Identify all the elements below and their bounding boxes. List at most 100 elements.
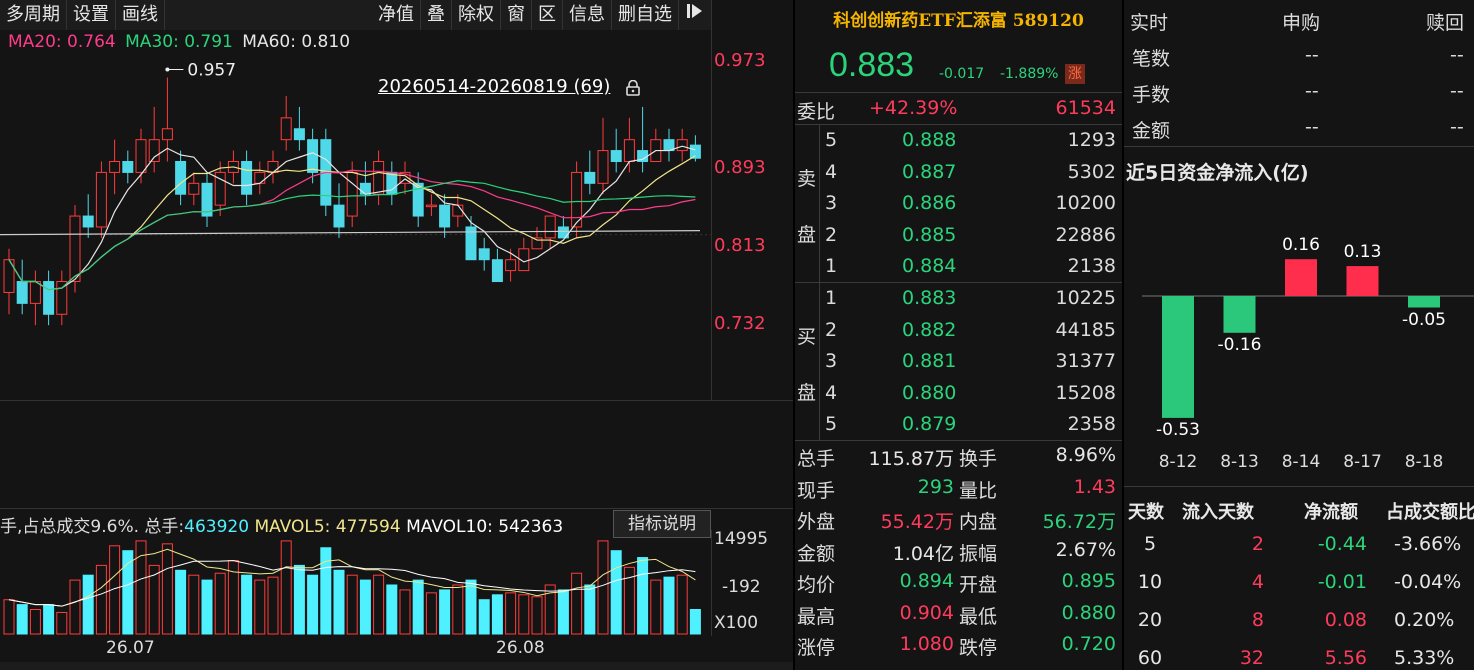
volume-bar[interactable]	[241, 574, 253, 635]
candle[interactable]	[3, 248, 15, 315]
bottom-tab-strip[interactable]	[0, 662, 793, 670]
candle[interactable]	[175, 150, 187, 206]
candle[interactable]	[373, 150, 385, 206]
volume-bar[interactable]	[333, 569, 345, 635]
volume-bar[interactable]	[214, 572, 226, 635]
overlay-button[interactable]: 叠	[421, 0, 452, 30]
volume-bar[interactable]	[637, 557, 649, 635]
volume-bar[interactable]	[386, 584, 398, 635]
candle[interactable]	[16, 259, 28, 315]
candle[interactable]	[254, 161, 266, 195]
candle[interactable]	[425, 194, 437, 217]
table-net-flow: -0.44	[1317, 533, 1367, 555]
volume-bar[interactable]	[465, 579, 477, 635]
volume-bar[interactable]	[373, 574, 385, 635]
volume-bar[interactable]	[293, 564, 305, 635]
candle[interactable]	[623, 117, 635, 173]
volume-bar[interactable]	[280, 540, 292, 635]
candle[interactable]	[333, 183, 345, 238]
volume-bar[interactable]	[439, 589, 451, 635]
volume-bar[interactable]	[571, 572, 583, 635]
volume-bar[interactable]	[56, 611, 68, 635]
candle[interactable]	[439, 194, 451, 238]
candle[interactable]	[280, 96, 292, 151]
candle[interactable]	[267, 150, 279, 184]
multi-period-button[interactable]: 多周期	[0, 0, 67, 30]
volume-bar[interactable]	[412, 579, 424, 635]
indicator-help-button[interactable]: 指标说明	[613, 510, 711, 538]
candle[interactable]	[663, 128, 675, 162]
volume-bar[interactable]	[69, 579, 81, 635]
candle[interactable]	[676, 128, 688, 162]
candle[interactable]	[386, 161, 398, 206]
volume-bar[interactable]	[161, 543, 173, 635]
nav-button[interactable]: 净值	[372, 0, 421, 30]
volume-bar[interactable]	[254, 579, 266, 635]
candle[interactable]	[637, 106, 649, 173]
limit-tag[interactable]: 涨	[1065, 64, 1085, 84]
volume-bar[interactable]	[597, 540, 609, 635]
date-range-label[interactable]: 20260514-20260819 (69)	[378, 76, 610, 97]
candle[interactable]	[82, 194, 94, 238]
volume-bar[interactable]	[307, 574, 319, 635]
lock-icon[interactable]	[626, 80, 640, 96]
volume-bar[interactable]	[346, 574, 358, 635]
volume-bar[interactable]	[650, 579, 662, 635]
candle[interactable]	[478, 237, 490, 271]
range-button[interactable]: 区	[532, 0, 563, 30]
candle[interactable]	[293, 106, 305, 151]
volume-bar[interactable]	[676, 574, 688, 635]
candle[interactable]	[650, 128, 662, 162]
volume-bar[interactable]	[689, 609, 701, 635]
candle[interactable]	[29, 270, 41, 326]
volume-bar[interactable]	[663, 576, 675, 635]
volume-bar[interactable]	[175, 569, 187, 635]
volume-bar[interactable]	[610, 550, 622, 635]
volume-bar[interactable]	[188, 574, 200, 635]
kline-chart-panel[interactable]: 多周期 设置 画线 净值 叠 除权 窗 区 信息 删自选 MA20: 0.764…	[0, 0, 793, 670]
volume-bar[interactable]	[201, 579, 213, 635]
window-button[interactable]: 窗	[501, 0, 532, 30]
candle[interactable]	[95, 161, 107, 238]
volume-bar[interactable]	[43, 604, 55, 635]
ex-rights-button[interactable]: 除权	[452, 0, 501, 30]
settings-button[interactable]: 设置	[67, 0, 116, 30]
candle[interactable]	[610, 128, 622, 173]
info-button[interactable]: 信息	[563, 0, 612, 30]
volume-bar[interactable]	[95, 564, 107, 635]
candle[interactable]	[491, 248, 503, 283]
volume-bar[interactable]	[557, 589, 569, 635]
volume-bar[interactable]	[425, 592, 437, 635]
candle[interactable]	[412, 172, 424, 227]
candle[interactable]	[188, 172, 200, 206]
volume-bar[interactable]	[531, 596, 543, 635]
volume-bar[interactable]	[82, 574, 94, 635]
volume-bar[interactable]	[399, 589, 411, 635]
remove-watchlist-button[interactable]: 删自选	[612, 0, 679, 30]
draw-line-button[interactable]: 画线	[116, 0, 165, 30]
candle[interactable]	[359, 161, 371, 206]
volume-bar[interactable]	[359, 579, 371, 635]
volume-bar[interactable]	[491, 594, 503, 635]
volume-bar[interactable]	[518, 594, 530, 635]
volume-bar[interactable]	[584, 584, 596, 635]
volume-bar[interactable]	[29, 609, 41, 635]
volume-bar[interactable]	[478, 599, 490, 635]
candle[interactable]	[122, 150, 134, 184]
volume-bar[interactable]	[505, 592, 517, 635]
volume-plot[interactable]	[0, 536, 712, 636]
candle[interactable]	[584, 150, 596, 195]
volume-bar[interactable]	[452, 584, 464, 635]
candle[interactable]	[597, 117, 609, 195]
volume-bar[interactable]	[267, 576, 279, 635]
candle[interactable]	[56, 270, 68, 326]
candle[interactable]	[241, 150, 253, 206]
volume-bar[interactable]	[3, 599, 15, 635]
candle[interactable]	[544, 215, 556, 249]
candle[interactable]	[43, 270, 55, 326]
volume-bar[interactable]	[16, 604, 28, 635]
candle[interactable]	[201, 172, 213, 227]
candle[interactable]	[109, 139, 121, 195]
candle[interactable]	[518, 237, 530, 272]
collapse-icon[interactable]	[679, 0, 712, 30]
